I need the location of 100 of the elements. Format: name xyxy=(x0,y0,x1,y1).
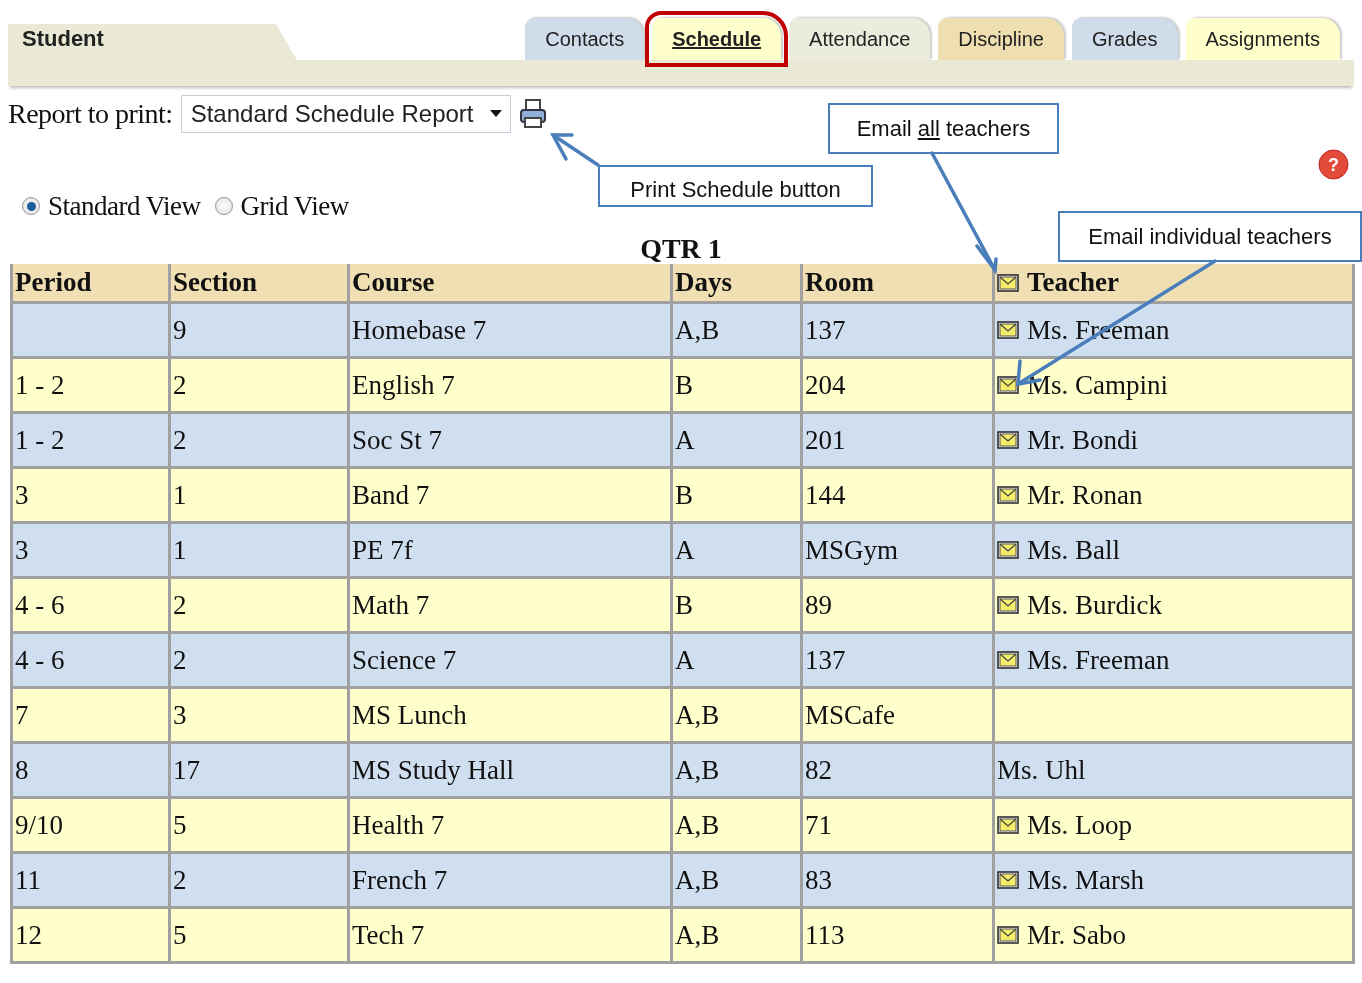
table-cell: French 7 xyxy=(352,864,448,895)
table-cell: 2 xyxy=(173,424,187,455)
envelope-icon[interactable] xyxy=(997,431,1019,449)
teacher-name: Mr. Bondi xyxy=(1027,424,1139,456)
table-cell: MS Study Hall xyxy=(352,754,515,785)
printer-icon[interactable] xyxy=(518,98,547,130)
table-cell: Tech 7 xyxy=(352,919,425,950)
envelope-icon[interactable] xyxy=(997,376,1019,394)
radio-label[interactable]: Grid View xyxy=(240,190,349,222)
envelope-icon[interactable] xyxy=(997,596,1019,614)
table-cell: A xyxy=(675,534,695,565)
table-cell: Science 7 xyxy=(352,644,457,675)
envelope-icon[interactable] xyxy=(997,871,1019,889)
table-cell: A,B xyxy=(675,314,720,345)
column-header: Days xyxy=(675,267,732,297)
envelope-icon[interactable] xyxy=(997,321,1019,339)
callout-text: Print Schedule button xyxy=(630,177,841,203)
report-label: Report to print: xyxy=(8,98,173,130)
tab[interactable]: Discipline xyxy=(938,18,1064,60)
table-cell: 9 xyxy=(173,314,187,345)
table-cell: 1 - 2 xyxy=(15,369,65,400)
table-cell: 3 xyxy=(15,479,29,510)
help-icon[interactable]: ? xyxy=(1318,149,1349,180)
table-cell: 71 xyxy=(805,809,832,840)
table-cell: Health 7 xyxy=(352,809,445,840)
table-cell: English 7 xyxy=(352,369,455,400)
table-cell: Math 7 xyxy=(352,589,430,620)
callout-text: Email individual teachers xyxy=(1088,223,1332,250)
column-header: Period xyxy=(15,267,92,297)
table-cell: 3 xyxy=(15,534,29,565)
tab[interactable]: Assignments xyxy=(1185,18,1340,60)
table-cell: 83 xyxy=(805,864,832,895)
table-cell: 1 xyxy=(173,479,187,510)
table-cell: 9/10 xyxy=(15,809,63,840)
column-header: Section xyxy=(173,267,257,297)
table-cell: 12 xyxy=(15,919,42,950)
table-cell: MSGym xyxy=(805,534,899,565)
teacher-name: Ms. Burdick xyxy=(1027,589,1162,621)
table-cell: 1 xyxy=(173,534,187,565)
tab[interactable]: Contacts xyxy=(525,18,645,60)
teacher-name: Ms. Ball xyxy=(1027,534,1120,566)
envelope-icon[interactable] xyxy=(997,651,1019,669)
table-cell: A xyxy=(675,644,695,675)
table-cell: A xyxy=(675,424,695,455)
table-title: QTR 1 xyxy=(640,234,722,264)
teacher-name: Ms. Loop xyxy=(1027,809,1132,841)
caret-icon xyxy=(489,110,502,118)
table-cell: B xyxy=(675,479,693,510)
table-cell: 4 - 6 xyxy=(15,589,65,620)
table-cell: Soc St 7 xyxy=(352,424,443,455)
table-cell: 2 xyxy=(173,864,187,895)
envelope-icon[interactable] xyxy=(997,926,1019,944)
report-dropdown[interactable]: Standard Schedule Report xyxy=(180,95,511,133)
table-cell: A,B xyxy=(675,809,720,840)
table-cell: 5 xyxy=(173,919,187,950)
table-cell: 137 xyxy=(805,314,846,345)
table-cell: B xyxy=(675,589,693,620)
table-cell: 2 xyxy=(173,369,187,400)
teacher-name: Mr. Ronan xyxy=(1027,479,1143,511)
column-header: Teacher xyxy=(1027,267,1119,298)
radio-button[interactable] xyxy=(22,197,40,215)
table-cell: 137 xyxy=(805,644,846,675)
teacher-name: Ms. Uhl xyxy=(997,754,1086,786)
envelope-icon[interactable] xyxy=(997,273,1019,292)
table-cell: Homebase 7 xyxy=(352,314,487,345)
table-cell: 144 xyxy=(805,479,846,510)
radio-label[interactable]: Standard View xyxy=(48,190,201,222)
teacher-name: Mr. Sabo xyxy=(1027,919,1126,951)
table-cell: 2 xyxy=(173,589,187,620)
teacher-name: Ms. Freeman xyxy=(1027,644,1170,676)
table-cell: 7 xyxy=(15,699,29,730)
table-cell: A,B xyxy=(675,919,720,950)
table-cell: A,B xyxy=(675,754,720,785)
table-cell: PE 7f xyxy=(352,534,413,565)
table-cell: 8 xyxy=(15,754,29,785)
section-title: Student xyxy=(22,26,104,52)
table-cell: MSCafe xyxy=(805,699,895,730)
table-cell: A,B xyxy=(675,864,720,895)
table-cell: A,B xyxy=(675,699,720,730)
table-cell: B xyxy=(675,369,693,400)
tab[interactable]: Attendance xyxy=(789,18,931,60)
table-cell: 4 - 6 xyxy=(15,644,65,675)
table-cell: 204 xyxy=(805,369,846,400)
tab[interactable]: Grades xyxy=(1071,18,1178,60)
envelope-icon[interactable] xyxy=(997,816,1019,834)
envelope-icon[interactable] xyxy=(997,486,1019,504)
table-cell: 113 xyxy=(805,919,845,950)
teacher-name: Ms. Marsh xyxy=(1027,864,1144,896)
callout-text: Email all teachers xyxy=(856,115,1031,142)
column-header: Room xyxy=(805,267,874,297)
table-cell: 82 xyxy=(805,754,832,785)
table-cell: MS Lunch xyxy=(352,699,467,730)
table-cell: 89 xyxy=(805,589,832,620)
table-cell: 2 xyxy=(173,644,187,675)
radio-button[interactable] xyxy=(214,197,233,215)
table-cell: 3 xyxy=(173,699,187,730)
table-cell: 11 xyxy=(15,864,41,895)
table-cell: 201 xyxy=(805,424,846,455)
envelope-icon[interactable] xyxy=(997,541,1019,559)
table-cell: 5 xyxy=(173,809,187,840)
